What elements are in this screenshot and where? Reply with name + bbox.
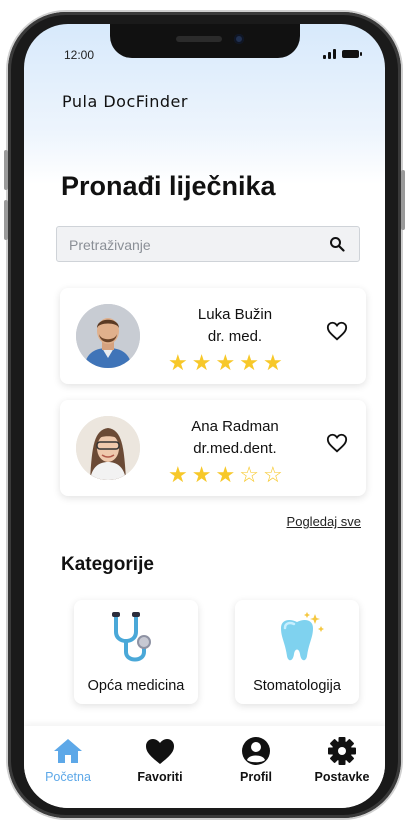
tab-label: Profil <box>240 770 272 784</box>
tab-bar: Početna Favoriti Profil Postavke <box>24 726 385 808</box>
tab-profile[interactable]: Profil <box>216 736 296 784</box>
doctor-name: Ana Radman <box>191 418 279 435</box>
doctor-photo-icon <box>76 416 140 480</box>
doctor-photo-icon <box>76 304 140 368</box>
star-filled-icon: ★ <box>215 462 236 487</box>
status-time: 12:00 <box>64 48 95 62</box>
notch <box>110 24 300 58</box>
category-card-dentistry[interactable]: Stomatologija <box>235 600 359 704</box>
avatar <box>76 416 140 480</box>
categories-title: Kategorije <box>61 554 154 575</box>
star-filled-icon: ★ <box>191 350 212 375</box>
status-icons <box>323 48 362 59</box>
search-input[interactable]: Pretraživanje <box>56 226 360 262</box>
star-filled-icon: ★ <box>168 462 188 487</box>
category-label: Stomatologija <box>253 678 341 694</box>
page-title: Pronađi liječnika <box>61 171 276 201</box>
rating-stars: ★ ★ ★ ★ ★ <box>168 352 283 374</box>
volume-button <box>4 150 8 190</box>
star-filled-icon: ★ <box>191 462 212 487</box>
stethoscope-icon <box>112 612 151 662</box>
avatar <box>76 304 140 368</box>
tab-label: Početna <box>45 770 91 784</box>
battery-icon <box>342 50 362 58</box>
rating-stars: ★ ★ ★ ☆ ☆ <box>168 464 283 486</box>
doctor-title: dr.med.dent. <box>193 440 277 457</box>
doctor-card[interactable]: Ana Radman dr.med.dent. ★ ★ ★ ☆ ☆ <box>60 400 366 496</box>
category-label: Opća medicina <box>87 678 185 694</box>
phone-screen: 12:00 Pula DocFinder Pronađi liječnika P… <box>24 24 385 808</box>
camera <box>234 34 244 44</box>
star-empty-icon: ☆ <box>262 462 283 487</box>
profile-icon <box>242 737 270 765</box>
home-icon <box>54 739 82 763</box>
tab-label: Favoriti <box>137 770 183 784</box>
favorite-heart-icon[interactable] <box>326 432 348 454</box>
power-button <box>401 170 405 230</box>
app-title: Pula DocFinder <box>62 92 188 111</box>
search-placeholder: Pretraživanje <box>69 237 151 253</box>
star-filled-icon: ★ <box>168 350 188 375</box>
favorite-heart-icon[interactable] <box>326 320 348 342</box>
search-icon[interactable] <box>329 236 345 252</box>
star-filled-icon: ★ <box>239 350 259 375</box>
see-all-link[interactable]: Pogledaj sve <box>287 514 361 529</box>
tab-settings[interactable]: Postavke <box>302 736 382 784</box>
signal-icon <box>323 48 336 59</box>
tab-label: Postavke <box>314 770 370 784</box>
tooth-icon <box>281 612 324 661</box>
tab-favorites[interactable]: Favoriti <box>120 736 200 784</box>
tab-home[interactable]: Početna <box>28 736 108 784</box>
category-card-general-medicine[interactable]: Opća medicina <box>74 600 198 704</box>
star-filled-icon: ★ <box>215 350 236 375</box>
volume-button <box>4 200 8 240</box>
doctor-title: dr. med. <box>207 328 263 345</box>
doctor-card[interactable]: Luka Bužin dr. med. ★ ★ ★ ★ ★ <box>60 288 366 384</box>
star-empty-icon: ☆ <box>239 462 259 487</box>
speaker <box>176 36 222 42</box>
doctor-name: Luka Bužin <box>197 306 273 323</box>
gear-icon <box>328 737 356 765</box>
star-filled-icon: ★ <box>262 350 283 375</box>
heart-icon <box>146 739 174 764</box>
